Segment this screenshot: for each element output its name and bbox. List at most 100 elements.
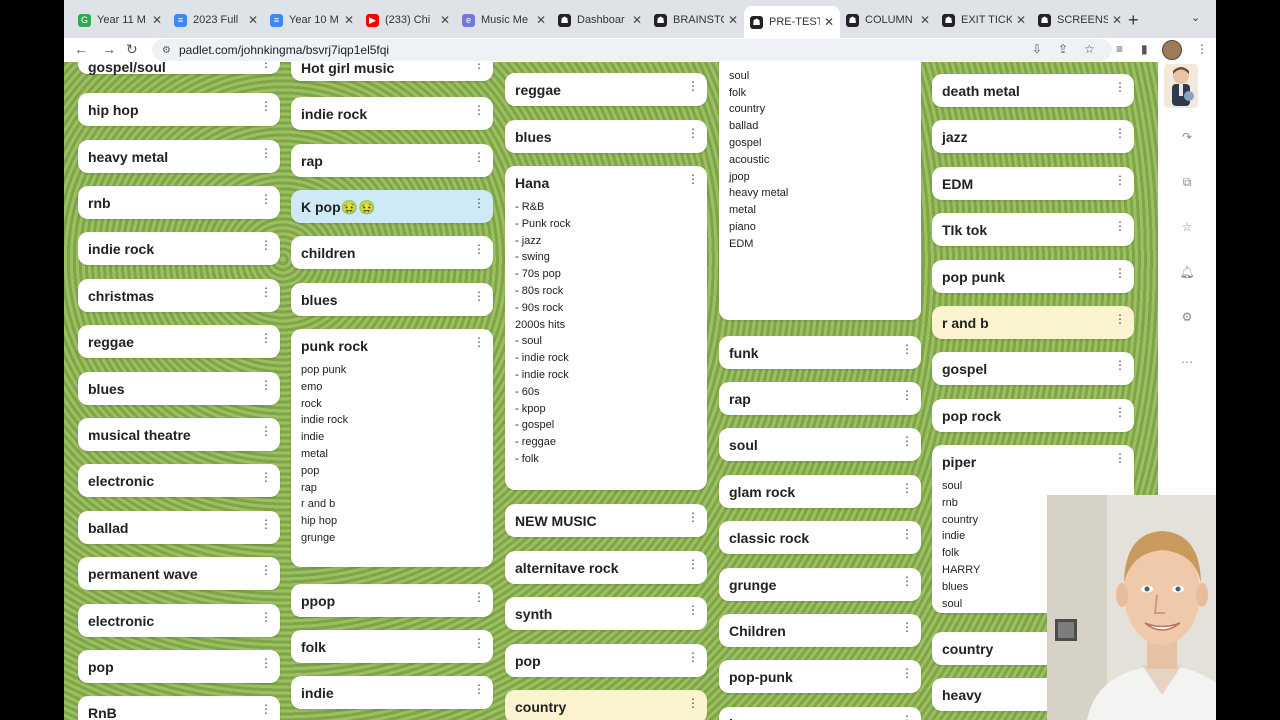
close-tab-icon[interactable]: ✕ (440, 13, 450, 27)
close-tab-icon[interactable]: ✕ (632, 13, 642, 27)
close-tab-icon[interactable]: ✕ (536, 13, 546, 27)
reload-button[interactable]: ↻ (126, 41, 138, 58)
post-more-icon[interactable]: ⋮ (687, 80, 699, 92)
post-card[interactable]: pop rock ⋮ (932, 399, 1134, 432)
post-more-icon[interactable]: ⋮ (901, 482, 913, 494)
post-more-icon[interactable]: ⋮ (473, 104, 485, 116)
post-card[interactable]: Children ⋮ (719, 614, 921, 647)
post-more-icon[interactable]: ⋮ (1114, 220, 1126, 232)
browser-tab[interactable]: ☗ COLUMN ✕ (840, 6, 936, 34)
post-more-icon[interactable]: ⋮ (901, 575, 913, 587)
post-card[interactable]: permanent wave ⋮ (78, 557, 280, 590)
post-card[interactable]: EDM ⋮ (932, 167, 1134, 200)
post-card[interactable]: pop ⋮ (78, 650, 280, 683)
post-more-icon[interactable]: ⋮ (473, 243, 485, 255)
post-more-icon[interactable]: ⋮ (260, 62, 272, 69)
post-more-icon[interactable]: ⋮ (473, 62, 485, 70)
bell-icon[interactable]: 🔔︎ (1178, 265, 1196, 279)
close-tab-icon[interactable]: ✕ (728, 13, 738, 27)
post-more-icon[interactable]: ⋮ (473, 151, 485, 163)
close-tab-icon[interactable]: ✕ (248, 13, 258, 27)
post-more-icon[interactable]: ⋮ (473, 290, 485, 302)
post-card[interactable]: death metal ⋮ (932, 74, 1134, 107)
forward-button[interactable]: → (102, 41, 116, 57)
post-card[interactable]: Hana ⋮ - R&B - Punk rock - jazz - swing - 70s … (505, 166, 707, 490)
remake-icon[interactable]: ⧉ (1178, 175, 1196, 190)
post-more-icon[interactable]: ⋮ (901, 343, 913, 355)
browser-tab[interactable]: ☗ SCREENS ✕ (1032, 6, 1128, 34)
post-card[interactable]: ppop ⋮ (291, 584, 493, 617)
post-card[interactable]: alternitave rock ⋮ (505, 551, 707, 584)
close-tab-icon[interactable]: ✕ (152, 13, 162, 27)
post-more-icon[interactable]: ⋮ (901, 621, 913, 633)
post-more-icon[interactable]: ⋮ (1114, 267, 1126, 279)
share-page-icon[interactable]: ⇪ (1058, 42, 1068, 56)
post-more-icon[interactable]: ⋮ (260, 147, 272, 159)
post-card[interactable]: hip hop ⋮ (78, 93, 280, 126)
post-card[interactable]: blues ⋮ (505, 120, 707, 153)
post-more-icon[interactable]: ⋮ (687, 651, 699, 663)
post-card[interactable]: K pop🤢🤢 ⋮ (291, 190, 493, 223)
bookmark-star-icon[interactable]: ☆ (1084, 42, 1095, 56)
side-panel-icon[interactable]: ▮ (1141, 42, 1148, 56)
post-more-icon[interactable]: ⋮ (901, 528, 913, 540)
post-card[interactable]: rap ⋮ (291, 144, 493, 177)
post-more-icon[interactable]: ⋮ (260, 564, 272, 576)
post-more-icon[interactable]: ⋮ (1114, 359, 1126, 371)
post-card[interactable]: pop ⋮ (505, 644, 707, 677)
settings-icon[interactable]: ⚙ (1178, 310, 1196, 324)
browser-tab[interactable]: G Year 11 M ✕ (72, 6, 168, 34)
post-card[interactable]: rnb ⋮ (78, 186, 280, 219)
post-card[interactable]: folk ⋮ (291, 630, 493, 663)
post-card[interactable]: jazz ⋮ (932, 120, 1134, 153)
post-more-icon[interactable]: ⋮ (901, 667, 913, 679)
browser-tab[interactable]: ☗ EXIT TICK ✕ (936, 6, 1032, 34)
install-icon[interactable]: ⇩ (1032, 42, 1042, 56)
browser-tab[interactable]: e Music Me ✕ (456, 6, 552, 34)
post-card[interactable]: reggae ⋮ (505, 73, 707, 106)
browser-tab[interactable]: ☗ Dashboar ✕ (552, 6, 648, 34)
url-bar[interactable]: ⚙ padlet.com/johnkingma/bsvrj7iqp1el5fqi (152, 39, 1112, 61)
reading-list-icon[interactable]: ≡ (1116, 42, 1123, 56)
post-more-icon[interactable]: ⋮ (260, 703, 272, 715)
post-card[interactable]: TIk tok ⋮ (932, 213, 1134, 246)
post-card[interactable]: indie ⋮ (291, 676, 493, 709)
post-more-icon[interactable]: ⋮ (687, 697, 699, 709)
browser-menu-icon[interactable]: ⋮ (1196, 42, 1208, 56)
post-card[interactable]: pop punk ⋮ (932, 260, 1134, 293)
post-more-icon[interactable]: ⋮ (687, 604, 699, 616)
site-info-icon[interactable]: ⚙ (162, 45, 171, 56)
post-more-icon[interactable]: ⋮ (1114, 406, 1126, 418)
browser-tab[interactable]: ☗ BRAINSTO ✕ (648, 6, 744, 34)
post-card[interactable]: reggae ⋮ (78, 325, 280, 358)
post-more-icon[interactable]: ⋮ (687, 127, 699, 139)
post-more-icon[interactable]: ⋮ (260, 471, 272, 483)
post-more-icon[interactable]: ⋮ (260, 657, 272, 669)
post-more-icon[interactable]: ⋮ (473, 591, 485, 603)
post-card[interactable]: christmas ⋮ (78, 279, 280, 312)
post-card[interactable]: soul ⋮ (719, 428, 921, 461)
post-more-icon[interactable]: ⋮ (473, 683, 485, 695)
post-card[interactable]: glam rock ⋮ (719, 475, 921, 508)
close-tab-icon[interactable]: ✕ (1016, 13, 1026, 27)
post-more-icon[interactable]: ⋮ (260, 332, 272, 344)
browser-tab[interactable]: ☗ PRE-TEST ✕ (744, 6, 840, 38)
tab-search-chevron-icon[interactable]: ⌄ (1191, 11, 1200, 24)
post-card[interactable]: gospel ⋮ (932, 352, 1134, 385)
post-more-icon[interactable]: ⋮ (260, 425, 272, 437)
post-card[interactable]: electronic ⋮ (78, 464, 280, 497)
close-tab-icon[interactable]: ✕ (1112, 13, 1122, 27)
post-card[interactable]: classic rock ⋮ (719, 521, 921, 554)
post-card[interactable]: country ⋮ (505, 690, 707, 720)
post-more-icon[interactable]: ⋮ (687, 511, 699, 523)
post-card[interactable]: synth ⋮ (505, 597, 707, 630)
post-more-icon[interactable]: ⋮ (260, 100, 272, 112)
post-more-icon[interactable]: ⋮ (687, 173, 699, 185)
browser-tab[interactable]: ≡ 2023 Full ✕ (168, 6, 264, 34)
post-more-icon[interactable]: ⋮ (260, 379, 272, 391)
post-card[interactable]: grunge ⋮ (719, 568, 921, 601)
post-card[interactable]: bluesoulfolkcountryballadgospelacousticj… (719, 62, 921, 320)
post-more-icon[interactable]: ⋮ (473, 197, 485, 209)
post-card[interactable]: ballad ⋮ (78, 511, 280, 544)
post-more-icon[interactable]: ⋮ (260, 286, 272, 298)
